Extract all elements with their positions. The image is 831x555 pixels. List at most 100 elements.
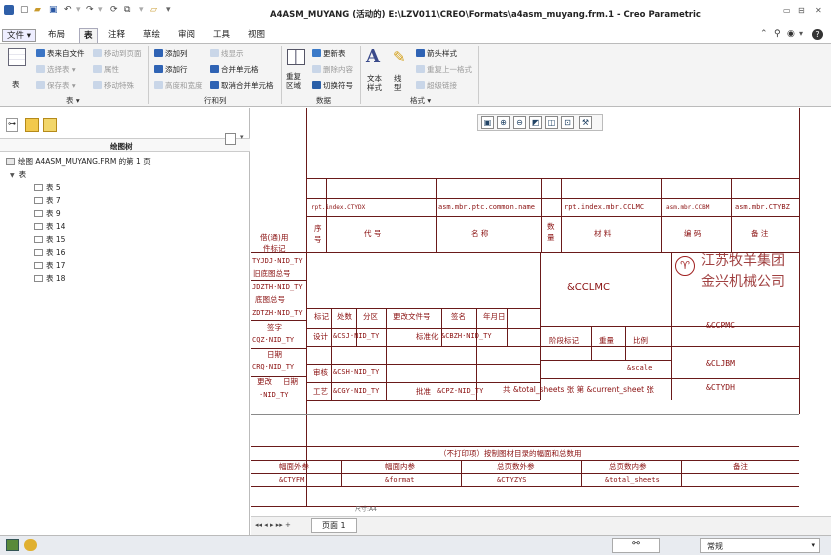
text-style-icon[interactable]: A bbox=[366, 46, 380, 67]
tab-review[interactable]: 审阅 bbox=[174, 28, 199, 43]
text-style-label[interactable]: 文本样式 bbox=[367, 74, 385, 92]
tree-table-item[interactable]: 表 18 bbox=[34, 273, 65, 284]
tab-table[interactable]: 表 bbox=[79, 28, 98, 43]
zoom-out-icon[interactable]: ⊖ bbox=[513, 116, 526, 129]
tab-sketch[interactable]: 草绘 bbox=[139, 28, 164, 43]
ribbon-separator bbox=[478, 46, 479, 104]
undo-icon[interactable]: ↶ bbox=[64, 5, 72, 15]
undo-dropdown-icon[interactable]: ▾ bbox=[76, 5, 81, 15]
tree-table-item[interactable]: 表 5 bbox=[34, 182, 61, 193]
file-menu[interactable]: 文件 ▾ bbox=[2, 29, 36, 42]
zoom-in-icon[interactable]: ⊕ bbox=[497, 116, 510, 129]
add-column-label: 添加列 bbox=[165, 49, 188, 58]
line-display-button[interactable]: 线显示 bbox=[210, 48, 244, 59]
tb-line bbox=[441, 308, 442, 346]
restore-button[interactable]: ⊟ bbox=[798, 6, 805, 15]
tree-table-item[interactable]: 表 9 bbox=[34, 208, 61, 219]
tab-layout[interactable]: 布局 bbox=[44, 28, 69, 43]
properties-label: 属性 bbox=[104, 65, 119, 74]
regenerate-icon[interactable]: ⟳ bbox=[110, 5, 118, 15]
message-log-icon[interactable] bbox=[6, 539, 19, 551]
windows-icon[interactable]: ⧉ bbox=[124, 5, 130, 15]
repeat-region-label[interactable]: 重复区域 bbox=[286, 72, 308, 90]
switch-symbols-button[interactable]: 切换符号 bbox=[312, 80, 353, 91]
repaint-icon[interactable]: ◩ bbox=[529, 116, 542, 129]
datum-display-icon[interactable]: ⚒ bbox=[579, 116, 592, 129]
bom-col-header: 序号 bbox=[314, 224, 322, 244]
browser-toggle-icon[interactable] bbox=[24, 539, 37, 551]
table-from-file-button[interactable]: 表来自文件 bbox=[36, 48, 85, 59]
format-group-label[interactable]: 格式 ▾ bbox=[410, 95, 431, 106]
repeat-last-format-button[interactable]: 重复上一格式 bbox=[416, 64, 472, 75]
table-group-label[interactable]: 表 ▾ bbox=[66, 95, 80, 106]
move-special-button[interactable]: 移动特殊 bbox=[93, 80, 134, 91]
tab-tools[interactable]: 工具 bbox=[209, 28, 234, 43]
table-icon bbox=[34, 275, 43, 282]
save-icon[interactable]: ▣ bbox=[49, 5, 58, 15]
tree-table-item[interactable]: 表 15 bbox=[34, 234, 65, 245]
tab-page-1[interactable]: 页面 1 bbox=[311, 518, 357, 533]
table-icon[interactable] bbox=[8, 48, 26, 66]
tree-table-item-label: 表 14 bbox=[46, 222, 66, 231]
redo-icon[interactable]: ↷ bbox=[86, 5, 94, 15]
height-width-button[interactable]: 高度和宽度 bbox=[154, 80, 203, 91]
page-navigation-arrows[interactable]: ◂◂ ◂ ▸ ▸▸ + bbox=[255, 521, 291, 529]
unmerge-cells-button[interactable]: 取消合并单元格 bbox=[210, 80, 274, 91]
tree-table-item[interactable]: 表 16 bbox=[34, 247, 65, 258]
tab-annotate[interactable]: 注释 bbox=[104, 28, 129, 43]
table-button-label[interactable]: 表 bbox=[12, 79, 20, 90]
merge-cells-button[interactable]: 合并单元格 bbox=[210, 64, 259, 75]
annotation-display-icon[interactable]: ⊡ bbox=[561, 116, 574, 129]
collapse-ribbon-icon[interactable]: ⌃ bbox=[760, 29, 768, 39]
tree-settings-icon[interactable] bbox=[225, 133, 236, 145]
select-table-button[interactable]: 选择表 ▾ bbox=[36, 64, 76, 75]
model-tree-tab-icon[interactable]: ⊶ bbox=[6, 118, 18, 132]
line-style-icon[interactable]: ✎ bbox=[393, 48, 406, 66]
selection-filter-dropdown[interactable]: 常规 ▾ bbox=[700, 538, 820, 553]
redo-dropdown-icon[interactable]: ▾ bbox=[98, 5, 103, 15]
customize-toolbar-icon[interactable]: ▾ bbox=[166, 5, 171, 15]
search-icon[interactable]: ⚲ bbox=[774, 29, 781, 39]
ribbon-separator bbox=[360, 46, 361, 104]
new-file-icon[interactable]: ▢ bbox=[20, 5, 29, 15]
tree-settings-dropdown-icon[interactable]: ▾ bbox=[240, 133, 244, 141]
expand-chevron-icon[interactable]: ▼ bbox=[10, 172, 15, 179]
settings-icon[interactable]: ◉ bbox=[787, 29, 795, 39]
favorites-icon[interactable] bbox=[43, 118, 57, 132]
delete-content-icon bbox=[312, 65, 321, 73]
tree-table-item[interactable]: 表 17 bbox=[34, 260, 65, 271]
delete-content-label: 删除内容 bbox=[323, 65, 353, 74]
tb-line bbox=[625, 326, 626, 360]
save-table-button[interactable]: 保存表 ▾ bbox=[36, 80, 76, 91]
hyperlink-button[interactable]: 超级链接 bbox=[416, 80, 457, 91]
tab-view[interactable]: 视图 bbox=[244, 28, 269, 43]
settings-dropdown-icon[interactable]: ▾ bbox=[799, 29, 803, 38]
tb-line bbox=[307, 346, 799, 347]
line-style-label[interactable]: 线型 bbox=[394, 74, 408, 92]
display-style-icon[interactable]: ◫ bbox=[545, 116, 558, 129]
add-column-button[interactable]: 添加列 bbox=[154, 48, 188, 59]
close-button[interactable]: ✕ bbox=[815, 6, 822, 15]
add-row-button[interactable]: 添加行 bbox=[154, 64, 188, 75]
update-table-button[interactable]: 更新表 bbox=[312, 48, 346, 59]
table-icon bbox=[34, 262, 43, 269]
minimize-button[interactable]: ▭ bbox=[783, 6, 791, 15]
tree-table-item[interactable]: 表 14 bbox=[34, 221, 65, 232]
tree-table-item[interactable]: 表 7 bbox=[34, 195, 61, 206]
open-folder-icon[interactable]: ▰ bbox=[34, 5, 41, 15]
folder-browser-icon[interactable] bbox=[25, 118, 39, 132]
bottom-header: 备注 bbox=[733, 462, 748, 471]
arrow-style-button[interactable]: 箭头样式 bbox=[416, 48, 457, 59]
tree-root[interactable]: 绘图 A4ASM_MUYANG.FRM 的第 1 页 bbox=[6, 156, 151, 167]
repeat-region-icon[interactable] bbox=[287, 49, 305, 65]
delete-content-button[interactable]: 删除内容 bbox=[312, 64, 353, 75]
tree-table-node[interactable]: ▼ 表 bbox=[10, 169, 26, 180]
find-button[interactable]: ⚯ bbox=[612, 538, 660, 553]
refit-icon[interactable]: ▣ bbox=[481, 116, 494, 129]
close-window-icon[interactable]: ▱ bbox=[150, 5, 157, 15]
windows-dropdown-icon[interactable]: ▾ bbox=[139, 5, 144, 15]
drawing-canvas[interactable]: ▣ ⊕ ⊖ ◩ ◫ ⊡ ⚒ rpt.index.CTYDX asm.mbr.pt… bbox=[251, 108, 831, 535]
properties-button[interactable]: 属性 bbox=[93, 64, 119, 75]
move-to-page-button[interactable]: 移动到页面 bbox=[93, 48, 142, 59]
help-icon[interactable]: ? bbox=[812, 29, 823, 40]
